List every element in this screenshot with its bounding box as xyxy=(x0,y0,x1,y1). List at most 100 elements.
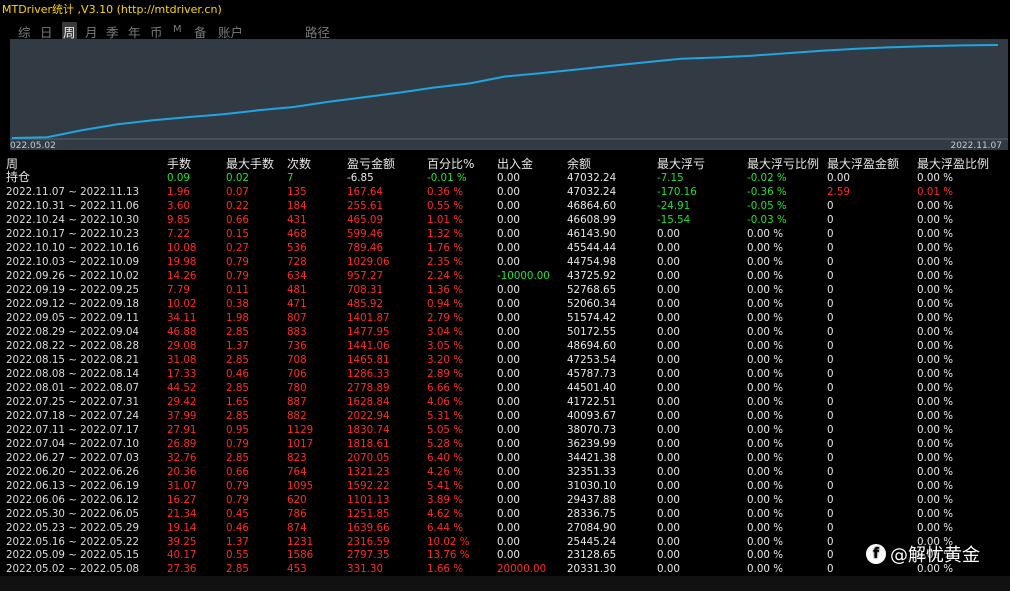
table-row[interactable]: 2022.07.18 ~ 2022.07.24 37.99 2.85 882 2022.… xyxy=(0,409,1010,423)
row-period: 2022.08.08 ~ 2022.08.14 xyxy=(6,367,140,380)
row-deposit: 0.00 xyxy=(497,479,520,492)
row-period: 2022.09.12 ~ 2022.09.18 xyxy=(6,297,140,310)
row-max_dd: 0.00 xyxy=(657,549,680,562)
table-row[interactable]: 2022.10.24 ~ 2022.10.30 9.85 0.66 431 465.09… xyxy=(0,213,1010,227)
table-row[interactable]: 2022.05.23 ~ 2022.05.29 19.14 0.46 874 1639.… xyxy=(0,521,1010,535)
row-max_fp_pct: 0.00 % xyxy=(917,297,953,310)
balance-chart xyxy=(10,39,1008,150)
row-lots: 29.42 xyxy=(167,395,197,408)
table-row[interactable]: 2022.05.02 ~ 2022.05.08 27.36 2.85 453 331.3… xyxy=(0,562,1010,576)
row-max_dd_pct: 0.00 % xyxy=(747,297,783,310)
row-lots: 3.60 xyxy=(167,199,190,212)
row-max_dd_pct: 0.00 % xyxy=(747,395,783,408)
row-balance: 31030.10 xyxy=(567,479,617,492)
row-period: 2022.05.30 ~ 2022.06.05 xyxy=(6,507,140,520)
row-count: 728 xyxy=(287,255,307,268)
row-max_fp: 0 xyxy=(827,199,834,212)
table-row[interactable]: 2022.09.12 ~ 2022.09.18 10.02 0.38 471 485.9… xyxy=(0,297,1010,311)
table-row[interactable]: 2022.07.11 ~ 2022.07.17 27.91 0.95 1129 1830… xyxy=(0,423,1010,437)
row-count: 634 xyxy=(287,269,307,282)
row-pnl: 1441.06 xyxy=(347,339,390,352)
table-row[interactable]: 2022.10.03 ~ 2022.10.09 19.98 0.79 728 1029.… xyxy=(0,255,1010,269)
table-row[interactable]: 2022.10.17 ~ 2022.10.23 7.22 0.15 468 599.46… xyxy=(0,227,1010,241)
row-balance: 48694.60 xyxy=(567,339,617,352)
header-11: 最大浮盈比例 xyxy=(917,157,990,171)
holding-row[interactable]: 持仓 0.09 0.02 7 -6.85 -0.01 % 0.00 47032.24 -7.15… xyxy=(0,170,1010,185)
row-deposit: 0.00 xyxy=(497,339,520,352)
holding-max_dd: -7.15 xyxy=(657,172,684,184)
table-row[interactable]: 2022.05.30 ~ 2022.06.05 21.34 0.45 786 1251.… xyxy=(0,507,1010,521)
chart-start-date: 022.05.02 xyxy=(10,141,56,151)
row-lots: 32.76 xyxy=(167,451,197,464)
table-row[interactable]: 2022.06.13 ~ 2022.06.19 31.07 0.79 1095 1592… xyxy=(0,479,1010,493)
row-pnl: 957.27 xyxy=(347,269,384,282)
row-lots: 9.85 xyxy=(167,213,190,226)
row-max_fp: 0 xyxy=(827,353,834,366)
row-max_fp: 0 xyxy=(827,423,834,436)
row-balance: 46143.90 xyxy=(567,227,617,240)
row-max_dd: 0.00 xyxy=(657,465,680,478)
menu-item-7[interactable]: M xyxy=(173,24,182,35)
row-period: 2022.08.29 ~ 2022.09.04 xyxy=(6,325,140,338)
row-max_dd: 0.00 xyxy=(657,339,680,352)
row-max_fp_pct: 0.00 % xyxy=(917,199,953,212)
table-row[interactable]: 2022.11.07 ~ 2022.11.13 1.96 0.07 135 167.64… xyxy=(0,185,1010,199)
row-count: 431 xyxy=(287,213,307,226)
table-row[interactable]: 2022.09.19 ~ 2022.09.25 7.79 0.11 481 708.31… xyxy=(0,283,1010,297)
table-row[interactable]: 2022.09.26 ~ 2022.10.02 14.26 0.79 634 957.2… xyxy=(0,269,1010,283)
row-max_lots: 0.79 xyxy=(226,255,249,268)
row-lots: 17.33 xyxy=(167,367,197,380)
row-max_fp_pct: 0.00 % xyxy=(917,227,953,240)
table-row[interactable]: 2022.08.29 ~ 2022.09.04 46.88 2.85 883 1477.… xyxy=(0,325,1010,339)
row-max_dd_pct: 0.00 % xyxy=(747,521,783,534)
row-max_fp: 0 xyxy=(827,255,834,268)
row-max_fp: 0 xyxy=(827,339,834,352)
row-period: 2022.11.07 ~ 2022.11.13 xyxy=(6,186,140,198)
table-row[interactable]: 2022.06.27 ~ 2022.07.03 32.76 2.85 823 2070.… xyxy=(0,451,1010,465)
table-row[interactable]: 2022.08.15 ~ 2022.08.21 31.08 2.85 708 1465.… xyxy=(0,353,1010,367)
table-row[interactable]: 2022.08.22 ~ 2022.08.28 29.08 1.37 736 1441.… xyxy=(0,339,1010,353)
row-max_lots: 0.79 xyxy=(226,437,249,450)
row-pnl: 1628.84 xyxy=(347,395,390,408)
row-max_fp: 0 xyxy=(827,507,834,520)
row-count: 780 xyxy=(287,381,307,394)
table-row[interactable]: 2022.08.08 ~ 2022.08.14 17.33 0.46 706 1286.… xyxy=(0,367,1010,381)
row-period: 2022.06.27 ~ 2022.07.03 xyxy=(6,451,140,464)
row-max_lots: 0.38 xyxy=(226,297,249,310)
row-max_dd_pct: 0.00 % xyxy=(747,493,783,506)
row-deposit: 0.00 xyxy=(497,395,520,408)
row-period: 2022.06.06 ~ 2022.06.12 xyxy=(6,493,140,506)
balance-line-chart xyxy=(10,44,1008,140)
table-row[interactable]: 2022.05.09 ~ 2022.05.15 40.17 0.55 1586 2797… xyxy=(0,548,1010,562)
row-pnl: 485.92 xyxy=(347,297,384,310)
table-row[interactable]: 2022.10.10 ~ 2022.10.16 10.08 0.27 536 789.4… xyxy=(0,241,1010,255)
row-max_dd_pct: 0.00 % xyxy=(747,479,783,492)
row-max_dd: 0.00 xyxy=(657,255,680,268)
row-pct: 13.76 % xyxy=(427,549,470,562)
holding-deposit: 0.00 xyxy=(497,172,520,184)
row-max_fp: 0 xyxy=(827,563,834,576)
row-max_dd: 0.00 xyxy=(657,241,680,254)
row-max_dd: 0.00 xyxy=(657,479,680,492)
table-row[interactable]: 2022.06.20 ~ 2022.06.26 20.36 0.66 764 1321.… xyxy=(0,465,1010,479)
row-period: 2022.07.04 ~ 2022.07.10 xyxy=(6,437,140,450)
row-max_dd_pct: 0.00 % xyxy=(747,465,783,478)
row-max_dd_pct: 0.00 % xyxy=(747,241,783,254)
row-lots: 7.22 xyxy=(167,227,190,240)
row-pct: 3.05 % xyxy=(427,339,463,352)
row-max_dd: -15.54 xyxy=(657,213,691,226)
table-row[interactable]: 2022.10.31 ~ 2022.11.06 3.60 0.22 184 255.61… xyxy=(0,199,1010,213)
row-lots: 39.25 xyxy=(167,535,197,548)
row-max_lots: 1.98 xyxy=(226,311,249,324)
header-3: 次数 xyxy=(287,157,312,171)
table-row[interactable]: 2022.08.01 ~ 2022.08.07 44.52 2.85 780 2778.… xyxy=(0,381,1010,395)
row-count: 764 xyxy=(287,465,307,478)
window-title: MTDriver统计 ,V3.10 (http://mtdriver.cn) xyxy=(2,3,222,16)
row-count: 1129 xyxy=(287,423,314,436)
table-row[interactable]: 2022.06.06 ~ 2022.06.12 16.27 0.79 620 1101.… xyxy=(0,493,1010,507)
table-row[interactable]: 2022.09.05 ~ 2022.09.11 34.11 1.98 807 1401.… xyxy=(0,311,1010,325)
row-max_dd: -24.91 xyxy=(657,199,691,212)
table-row[interactable]: 2022.07.04 ~ 2022.07.10 26.89 0.79 1017 1818… xyxy=(0,437,1010,451)
table-row[interactable]: 2022.05.16 ~ 2022.05.22 39.25 1.37 1231 2316… xyxy=(0,535,1010,549)
table-row[interactable]: 2022.07.25 ~ 2022.07.31 29.42 1.65 887 1628.… xyxy=(0,395,1010,409)
